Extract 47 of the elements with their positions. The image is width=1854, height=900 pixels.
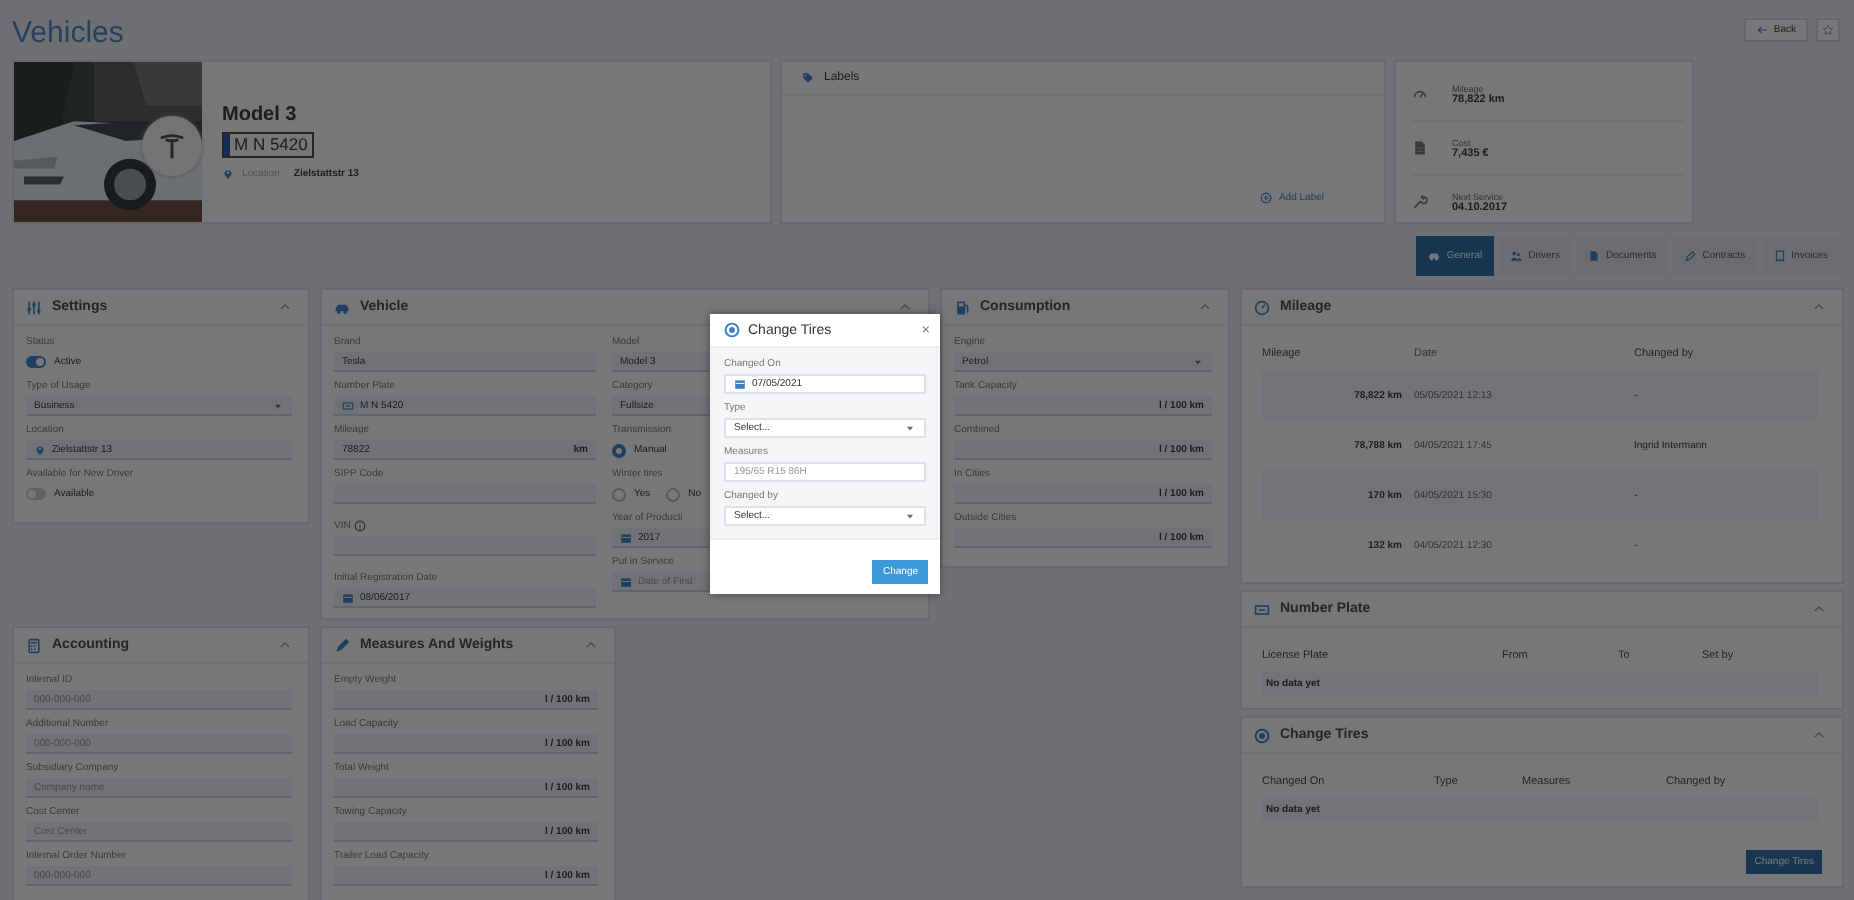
- arrow-left-icon: [1755, 24, 1768, 36]
- pen-icon: [1684, 250, 1697, 262]
- chevron-up-icon[interactable]: [1812, 602, 1826, 616]
- chevron-up-icon[interactable]: [1812, 300, 1826, 314]
- pencil-icon: [334, 637, 350, 653]
- caret-icon: [904, 510, 916, 522]
- car-icon: [334, 299, 350, 315]
- car-icon: [1428, 250, 1441, 262]
- receipt-icon: [1773, 250, 1786, 262]
- chevron-up-icon[interactable]: [278, 638, 292, 652]
- page-title: Vehicles: [12, 13, 126, 49]
- toggle-switch[interactable]: [26, 356, 46, 368]
- plate-number: M N 5420: [232, 134, 310, 156]
- radio-button[interactable]: [612, 487, 626, 501]
- document-icon: [1412, 140, 1428, 156]
- gauge-icon: [1412, 86, 1428, 102]
- caret-icon: [904, 422, 916, 434]
- plate-icon: [1254, 601, 1270, 617]
- caret-icon: [272, 399, 284, 411]
- gauge-icon: [1254, 299, 1270, 315]
- pin-icon: [222, 168, 234, 180]
- chevron-up-icon[interactable]: [898, 300, 912, 314]
- tag-icon: [802, 72, 814, 84]
- pin-icon: [34, 443, 46, 455]
- fuel-icon: [954, 299, 970, 315]
- plate-icon: [342, 399, 354, 411]
- calendar-icon: [734, 378, 746, 390]
- favorite-button[interactable]: [1816, 18, 1840, 42]
- chevron-up-icon[interactable]: [584, 638, 598, 652]
- emblem-icon: [156, 130, 188, 162]
- sliders-icon: [26, 299, 42, 315]
- chevron-up-icon[interactable]: [278, 300, 292, 314]
- people-icon: [1510, 250, 1523, 262]
- tire-icon: [1254, 727, 1270, 743]
- vehicle-model: Model 3: [222, 104, 299, 126]
- star-icon: [1822, 24, 1834, 36]
- calendar-icon: [342, 591, 354, 603]
- tire-icon: [724, 322, 740, 338]
- radio-button[interactable]: [612, 443, 626, 457]
- wrench-icon: [1412, 194, 1428, 210]
- file-icon: [1587, 250, 1600, 262]
- calculator-icon: [26, 637, 42, 653]
- chevron-up-icon[interactable]: [1812, 728, 1826, 742]
- caret-icon: [1192, 355, 1204, 367]
- plus-icon: [1260, 192, 1273, 204]
- radio-button[interactable]: [666, 487, 681, 501]
- chevron-up-icon[interactable]: [1198, 300, 1212, 314]
